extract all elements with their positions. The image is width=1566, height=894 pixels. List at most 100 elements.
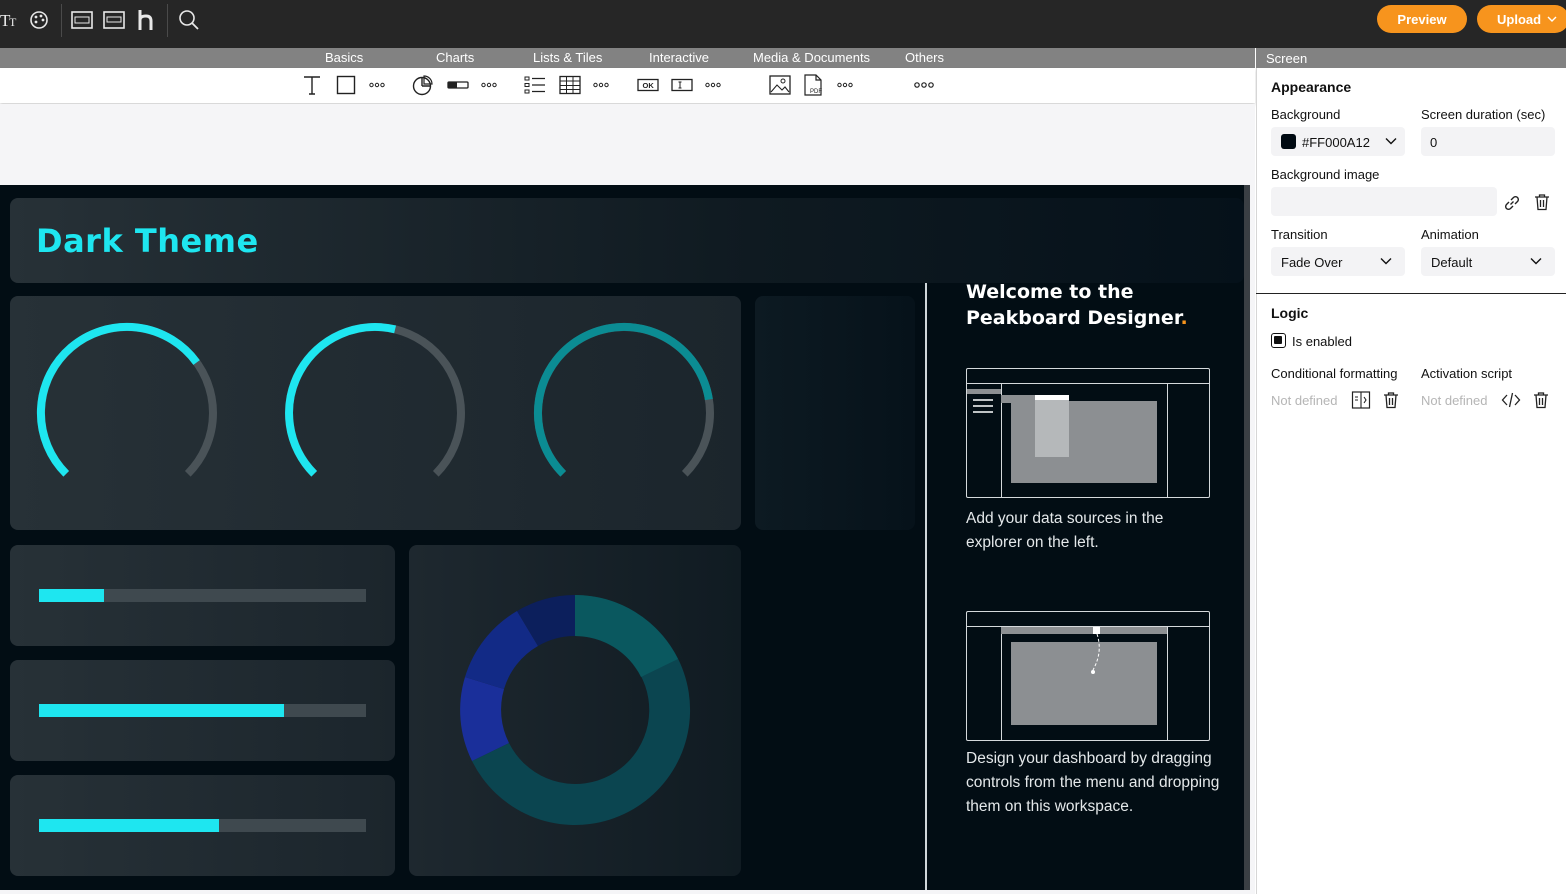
hub-icon[interactable] [131, 6, 161, 34]
progress-track [39, 819, 366, 832]
activation-value: Not defined [1421, 393, 1488, 408]
more-interactive-icon[interactable] [701, 74, 725, 96]
duration-label: Screen duration (sec) [1421, 107, 1546, 122]
svg-text:T: T [9, 15, 17, 29]
more-media-icon[interactable] [833, 74, 857, 96]
gauge-value-arc [36, 322, 200, 477]
bar-tool-icon[interactable] [446, 74, 470, 96]
progress-fill [39, 704, 285, 717]
trash-icon[interactable] [1533, 193, 1551, 211]
bgimage-input[interactable] [1271, 187, 1497, 216]
image-tool-icon[interactable] [768, 74, 792, 96]
toolbar-separator [61, 4, 62, 37]
panel-header: Screen [1256, 48, 1566, 68]
table-tool-icon[interactable] [558, 74, 582, 96]
welcome-divider [925, 283, 927, 890]
gauges-tile[interactable] [10, 296, 741, 530]
dashboard-title-text: Dark Theme [36, 222, 259, 260]
edge-icon[interactable] [99, 6, 129, 34]
text-tool-icon[interactable] [300, 74, 324, 96]
header-tile[interactable]: Dark Theme [10, 198, 1244, 283]
background-color-picker[interactable]: #FF000A12 [1271, 127, 1405, 156]
enabled-label: Is enabled [1292, 334, 1352, 349]
duration-value: 0 [1430, 135, 1438, 150]
upload-button[interactable]: Upload [1477, 5, 1566, 33]
bgimage-label: Background image [1271, 167, 1380, 182]
welcome-line-1: Welcome to the [966, 281, 1134, 303]
panel-header-title: Screen [1266, 51, 1308, 66]
rectangle-tool-icon[interactable] [334, 74, 358, 96]
empty-tile[interactable] [755, 296, 915, 530]
background-label: Background [1271, 107, 1341, 122]
search-icon[interactable] [174, 6, 204, 34]
textbox-tool-icon[interactable] [670, 74, 694, 96]
step-1-text: Add your data sources in the explorer on… [966, 510, 1164, 551]
edit-formatting-icon[interactable] [1351, 390, 1371, 410]
progress-track [39, 704, 366, 717]
appearance-title: Appearance [1271, 79, 1352, 95]
dashboard-canvas[interactable]: Dark Theme Welcome to the Peakboard Desi… [0, 185, 1250, 890]
list-tool-icon[interactable] [523, 74, 547, 96]
upload-label: Upload [1497, 11, 1542, 27]
condfmt-label: Conditional formatting [1271, 366, 1398, 381]
more-charts-icon[interactable] [477, 74, 501, 96]
link-icon[interactable] [1503, 194, 1521, 212]
trash-icon[interactable] [1532, 391, 1550, 409]
progress-tile-1[interactable] [10, 545, 395, 646]
canvas-scrollbar[interactable] [1244, 185, 1250, 890]
svg-text:OK: OK [643, 81, 655, 90]
category-basics[interactable]: Basics [325, 50, 363, 65]
trash-icon[interactable] [1382, 391, 1400, 409]
enabled-checkbox[interactable] [1271, 333, 1286, 348]
chevron-down-icon [1380, 258, 1392, 265]
animation-value: Default [1431, 255, 1473, 270]
dashboard-title: Dark Theme [36, 222, 259, 260]
color-swatch [1281, 134, 1296, 149]
explorer-highlight [967, 389, 1001, 394]
chevron-down-icon [1385, 138, 1397, 145]
animation-select[interactable]: Default [1421, 247, 1555, 276]
donut-segment [575, 595, 678, 677]
activation-label: Activation script [1421, 366, 1513, 381]
top-toolbar: TT Preview Upload [0, 0, 1566, 48]
step-2-text: Design your dashboard by dragging contro… [966, 750, 1220, 815]
peakboard-box-icon[interactable] [67, 6, 97, 34]
category-charts[interactable]: Charts [436, 50, 474, 65]
progress-tile-2[interactable] [10, 660, 395, 761]
donut-tile[interactable] [409, 545, 741, 876]
category-interactive[interactable]: Interactive [649, 50, 709, 65]
chevron-down-icon [1547, 16, 1557, 22]
palette-icon[interactable] [24, 6, 54, 34]
more-lists-icon[interactable] [589, 74, 613, 96]
animation-label: Animation [1421, 227, 1479, 242]
control-toolbar: OK PDF [0, 68, 1255, 103]
more-basics-icon[interactable] [365, 74, 389, 96]
pie-chart-tool-icon[interactable] [411, 74, 435, 96]
transition-select[interactable]: Fade Over [1271, 247, 1405, 276]
gauges-chart [36, 322, 714, 477]
transition-value: Fade Over [1281, 255, 1343, 270]
chevron-down-icon [1530, 258, 1542, 265]
progress-fill [39, 589, 105, 602]
donut-chart [460, 595, 691, 825]
background-color-value: #FF000A12 [1302, 135, 1370, 150]
button-tool-icon[interactable]: OK [636, 74, 660, 96]
progress-track [39, 589, 366, 602]
progress-tile-3[interactable] [10, 775, 395, 876]
progress-fill [39, 819, 219, 832]
duration-input[interactable]: 0 [1421, 127, 1555, 156]
panel-divider [1256, 293, 1566, 294]
preview-button[interactable]: Preview [1377, 5, 1467, 33]
category-lists-tiles[interactable]: Lists & Tiles [533, 50, 602, 65]
illustration-explorer [966, 368, 1210, 498]
text-style-icon[interactable]: TT [0, 6, 26, 34]
category-media-documents[interactable]: Media & Documents [753, 50, 870, 65]
pdf-tool-icon[interactable]: PDF [802, 74, 826, 96]
code-icon[interactable] [1501, 391, 1521, 409]
gauge-value-arc [285, 323, 397, 477]
condfmt-value: Not defined [1271, 393, 1338, 408]
more-others-icon[interactable] [912, 74, 936, 96]
toolbar-separator [167, 4, 168, 37]
logic-title: Logic [1271, 305, 1309, 321]
category-others[interactable]: Others [905, 50, 944, 65]
